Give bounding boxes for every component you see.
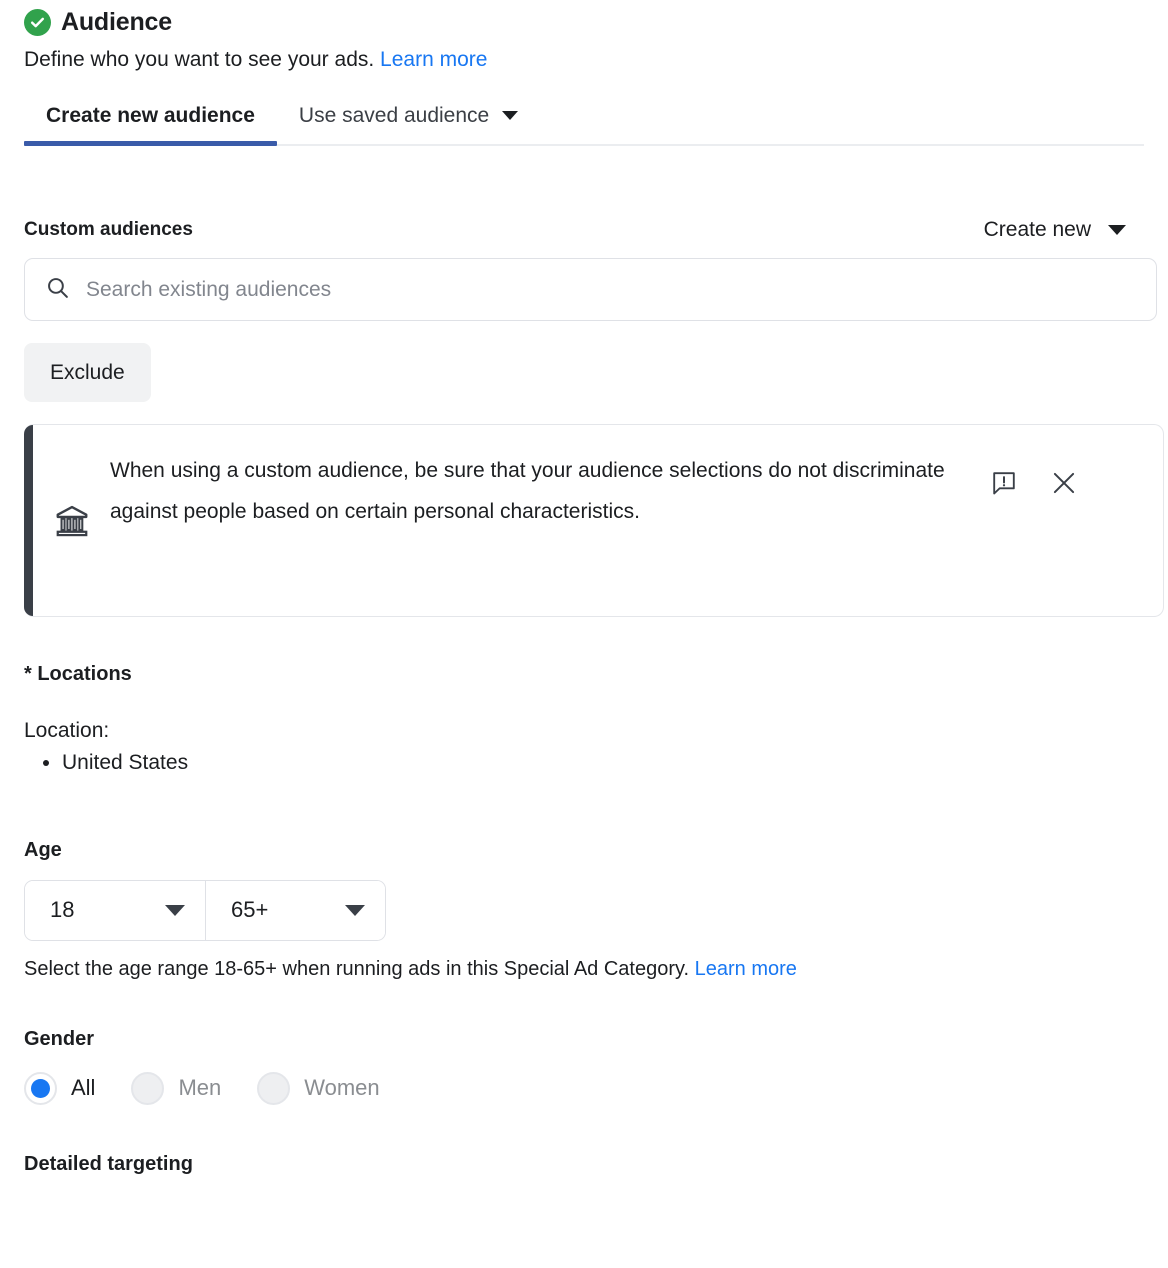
age-range-control: 18 65+ — [24, 879, 386, 941]
notice-actions — [990, 451, 1094, 590]
discrimination-notice-banner: When using a custom audience, be sure th… — [24, 424, 1164, 618]
gender-title: Gender — [24, 1027, 95, 1050]
custom-audiences-label: Custom audiences — [24, 219, 193, 241]
chevron-down-icon — [1108, 225, 1126, 236]
chevron-down-icon — [502, 111, 519, 121]
tab-use-saved-audience[interactable]: Use saved audience — [277, 104, 540, 144]
custom-audiences-header: Custom audiences Create new — [24, 218, 1144, 242]
location-label: Location: — [24, 719, 110, 743]
audience-section-header: Audience — [24, 0, 1144, 36]
audience-search-placeholder: Search existing audiences — [86, 277, 332, 301]
age-help-message: Select the age range 18-65+ when running… — [24, 957, 690, 980]
age-max-select[interactable]: 65+ — [205, 880, 385, 940]
age-min-value: 18 — [50, 897, 75, 923]
radio-button-men[interactable] — [131, 1071, 165, 1105]
locations-title: * Locations — [24, 663, 132, 686]
gender-option-all[interactable]: All — [24, 1071, 96, 1105]
gender-radio-group: All Men Women — [24, 1071, 1144, 1105]
audience-tabs: Create new audience Use saved audience — [24, 104, 1144, 147]
page-title: Audience — [61, 8, 172, 36]
gender-section: Gender All Men Women — [24, 1028, 1144, 1105]
age-max-value: 65+ — [231, 897, 269, 923]
feedback-alert-bubble-icon[interactable] — [990, 469, 1018, 497]
tab-use-saved-audience-label: Use saved audience — [298, 104, 490, 128]
gender-option-men-label: Men — [178, 1075, 222, 1101]
locations-section: * Locations Location: United States — [24, 663, 1144, 777]
age-help-text: Select the age range 18-65+ when running… — [24, 958, 1144, 981]
create-new-audience-dropdown[interactable]: Create new — [984, 218, 1144, 242]
detailed-targeting-section: Detailed targeting — [24, 1153, 1144, 1176]
search-icon — [45, 275, 70, 305]
age-learn-more-link[interactable]: Learn more — [695, 958, 797, 980]
exclude-button[interactable]: Exclude — [24, 343, 151, 403]
chevron-down-icon — [345, 904, 365, 916]
tab-create-new-audience-label: Create new audience — [46, 104, 255, 128]
radio-button-women[interactable] — [257, 1071, 291, 1105]
tab-create-new-audience[interactable]: Create new audience — [24, 104, 277, 147]
audience-search-field[interactable]: Search existing audiences — [24, 258, 1157, 322]
audience-panel: Audience Define who you want to see your… — [0, 0, 1168, 1176]
chevron-down-icon — [165, 904, 185, 916]
gender-option-women[interactable]: Women — [257, 1071, 380, 1105]
audience-description-text: Define who you want to see your ads. — [24, 48, 375, 71]
gender-option-women-label: Women — [304, 1075, 380, 1101]
close-icon[interactable] — [1050, 469, 1078, 497]
age-section: Age 18 65+ Select the age range 18-65+ w… — [24, 839, 1144, 981]
gender-option-men[interactable]: Men — [131, 1071, 222, 1105]
gender-option-all-label: All — [71, 1075, 96, 1101]
audience-learn-more-link[interactable]: Learn more — [380, 48, 487, 71]
age-min-select[interactable]: 18 — [25, 880, 205, 940]
location-list: United States — [24, 748, 1144, 777]
detailed-targeting-title: Detailed targeting — [24, 1152, 193, 1175]
list-item: United States — [62, 748, 1144, 777]
create-new-audience-label: Create new — [983, 218, 1091, 242]
notice-message: When using a custom audience, be sure th… — [110, 459, 945, 523]
bank-institution-icon — [24, 451, 110, 590]
radio-button-all[interactable] — [24, 1071, 57, 1105]
check-circle-icon — [24, 9, 51, 36]
age-title: Age — [24, 838, 62, 861]
audience-description: Define who you want to see your ads. Lea… — [24, 47, 1144, 73]
notice-accent-bar — [24, 425, 33, 617]
